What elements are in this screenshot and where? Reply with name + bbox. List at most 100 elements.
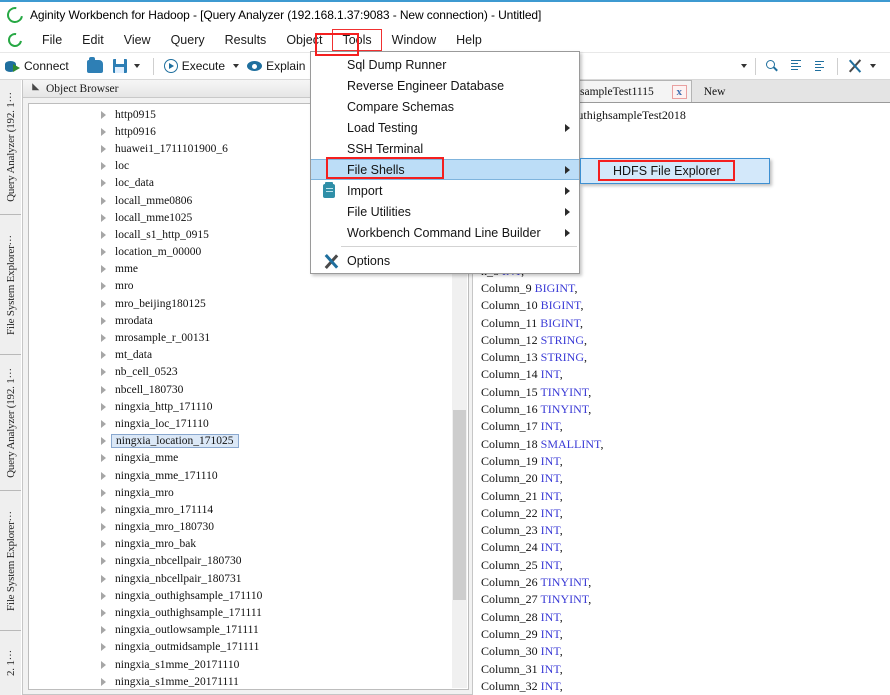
- chevron-right-icon[interactable]: [101, 230, 106, 239]
- tree-scrollbar-thumb[interactable]: [453, 410, 466, 600]
- chevron-right-icon[interactable]: [101, 626, 106, 635]
- menu-tools[interactable]: Tools: [332, 28, 382, 51]
- chevron-right-icon[interactable]: [101, 368, 106, 377]
- chevron-right-icon[interactable]: [101, 144, 106, 153]
- tree-item[interactable]: ningxia_mro_bak: [29, 536, 468, 553]
- tree-item[interactable]: nb_cell_0523: [29, 364, 468, 381]
- chevron-right-icon[interactable]: [101, 127, 106, 136]
- menu-edit[interactable]: Edit: [72, 29, 114, 51]
- menu-item-load-testing[interactable]: Load Testing: [311, 117, 579, 138]
- tree-item[interactable]: mro_beijing180125: [29, 295, 468, 312]
- menu-object[interactable]: Object: [276, 29, 332, 51]
- menu-item-reverse-engineer-database[interactable]: Reverse Engineer Database: [311, 75, 579, 96]
- chevron-right-icon[interactable]: [101, 282, 106, 291]
- tools-dropdown-menu[interactable]: Sql Dump Runner Reverse Engineer Database…: [310, 51, 580, 274]
- explain-button[interactable]: Explain: [242, 57, 310, 75]
- menu-help[interactable]: Help: [446, 29, 492, 51]
- open-file-button[interactable]: [82, 56, 108, 75]
- menu-item-import[interactable]: Import: [311, 180, 579, 201]
- tools-options-button[interactable]: [843, 57, 884, 75]
- chevron-right-icon[interactable]: [101, 574, 106, 583]
- menu-item-compare-schemas[interactable]: Compare Schemas: [311, 96, 579, 117]
- vtab-query-analyzer-1[interactable]: Query Analyzer (192. 1···: [0, 80, 21, 215]
- menu-item-workbench-command-line-builder[interactable]: Workbench Command Line Builder: [311, 222, 579, 243]
- tree-item[interactable]: ningxia_http_171110: [29, 398, 468, 415]
- chevron-right-icon[interactable]: [101, 609, 106, 618]
- tree-item[interactable]: ningxia_loc_171110: [29, 415, 468, 432]
- menu-results[interactable]: Results: [215, 29, 277, 51]
- tree-item[interactable]: mrosample_r_00131: [29, 329, 468, 346]
- chevron-right-icon[interactable]: [101, 299, 106, 308]
- close-icon[interactable]: x: [671, 84, 687, 99]
- tree-item[interactable]: ningxia_nbcellpair_180731: [29, 570, 468, 587]
- chevron-right-icon[interactable]: [101, 454, 106, 463]
- chevron-right-icon[interactable]: [101, 110, 106, 119]
- chevron-right-icon[interactable]: [101, 488, 106, 497]
- chevron-right-icon[interactable]: [101, 557, 106, 566]
- chevron-right-icon[interactable]: [101, 334, 106, 343]
- chevron-right-icon[interactable]: [101, 523, 106, 532]
- execute-dropdown-caret-icon[interactable]: [233, 64, 240, 68]
- menu-query[interactable]: Query: [161, 29, 215, 51]
- chevron-right-icon[interactable]: [101, 540, 106, 549]
- new-tab-button[interactable]: New: [692, 86, 734, 102]
- menu-item-options[interactable]: Options: [311, 250, 579, 271]
- menu-item-file-shells[interactable]: File Shells: [311, 159, 579, 180]
- submenu-item-hdfs-file-explorer[interactable]: HDFS File Explorer: [581, 164, 721, 178]
- execute-button[interactable]: Execute: [159, 57, 230, 75]
- chevron-right-icon[interactable]: [101, 419, 106, 428]
- tree-item[interactable]: ningxia_outmidsample_171111: [29, 639, 468, 656]
- chevron-right-icon[interactable]: [101, 265, 106, 274]
- tree-item[interactable]: mrodata: [29, 312, 468, 329]
- chevron-right-icon[interactable]: [101, 505, 106, 514]
- tree-item[interactable]: ningxia_nbcellpair_180730: [29, 553, 468, 570]
- save-dropdown-caret-icon[interactable]: [133, 64, 140, 68]
- tree-item[interactable]: ningxia_s1mme_20171110: [29, 656, 468, 673]
- menu-file[interactable]: File: [32, 29, 72, 51]
- menu-window[interactable]: Window: [382, 29, 446, 51]
- vtab-partial[interactable]: 2. 1···: [0, 631, 21, 695]
- toolbar-overflow-caret-icon[interactable]: [741, 64, 747, 68]
- tree-item[interactable]: ningxia_outhighsample_171110: [29, 587, 468, 604]
- vtab-file-system-explorer-1[interactable]: File System Explorer···: [0, 215, 21, 355]
- chevron-right-icon[interactable]: [101, 213, 106, 222]
- menu-item-file-utilities[interactable]: File Utilities: [311, 201, 579, 222]
- tree-item[interactable]: ningxia_outlowsample_171111: [29, 622, 468, 639]
- collapse-arrow-icon[interactable]: [28, 83, 40, 94]
- tree-item[interactable]: ningxia_mme: [29, 450, 468, 467]
- vtab-file-system-explorer-2[interactable]: File System Explorer···: [0, 491, 21, 631]
- chevron-right-icon[interactable]: [101, 385, 106, 394]
- file-shells-submenu[interactable]: HDFS File Explorer: [580, 158, 770, 184]
- find-button[interactable]: [761, 58, 784, 75]
- chevron-right-icon[interactable]: [101, 660, 106, 669]
- tree-item[interactable]: ningxia_mro_180730: [29, 519, 468, 536]
- tree-item[interactable]: ningxia_mro: [29, 484, 468, 501]
- chevron-right-icon[interactable]: [101, 677, 106, 686]
- tree-item[interactable]: ningxia_s1mme_20171111: [29, 673, 468, 689]
- menu-view[interactable]: View: [114, 29, 161, 51]
- save-button[interactable]: [108, 57, 148, 75]
- chevron-right-icon[interactable]: [101, 316, 106, 325]
- tree-item[interactable]: ningxia_mme_171110: [29, 467, 468, 484]
- chevron-right-icon[interactable]: [101, 196, 106, 205]
- chevron-right-icon[interactable]: [101, 471, 106, 480]
- chevron-right-icon[interactable]: [101, 179, 106, 188]
- wrench-dropdown-caret-icon[interactable]: [870, 64, 876, 68]
- chevron-right-icon[interactable]: [101, 248, 106, 257]
- tree-item[interactable]: nbcell_180730: [29, 381, 468, 398]
- chevron-right-icon[interactable]: [101, 437, 106, 446]
- chevron-right-icon[interactable]: [101, 591, 106, 600]
- connect-button[interactable]: Connect: [0, 57, 74, 76]
- chevron-right-icon[interactable]: [101, 162, 106, 171]
- chevron-right-icon[interactable]: [101, 351, 106, 360]
- paste-sql-button[interactable]: [808, 58, 832, 75]
- tree-item[interactable]: mt_data: [29, 347, 468, 364]
- menu-item-ssh-terminal[interactable]: SSH Terminal: [311, 138, 579, 159]
- vtab-query-analyzer-2[interactable]: Query Analyzer (192. 1···: [0, 355, 21, 491]
- chevron-right-icon[interactable]: [101, 643, 106, 652]
- tree-item[interactable]: ningxia_outhighsample_171111: [29, 604, 468, 621]
- tree-item[interactable]: mro: [29, 278, 468, 295]
- tree-item[interactable]: ningxia_location_171025: [29, 433, 468, 450]
- tree-item[interactable]: ningxia_mro_171114: [29, 501, 468, 518]
- menu-item-sql-dump-runner[interactable]: Sql Dump Runner: [311, 54, 579, 75]
